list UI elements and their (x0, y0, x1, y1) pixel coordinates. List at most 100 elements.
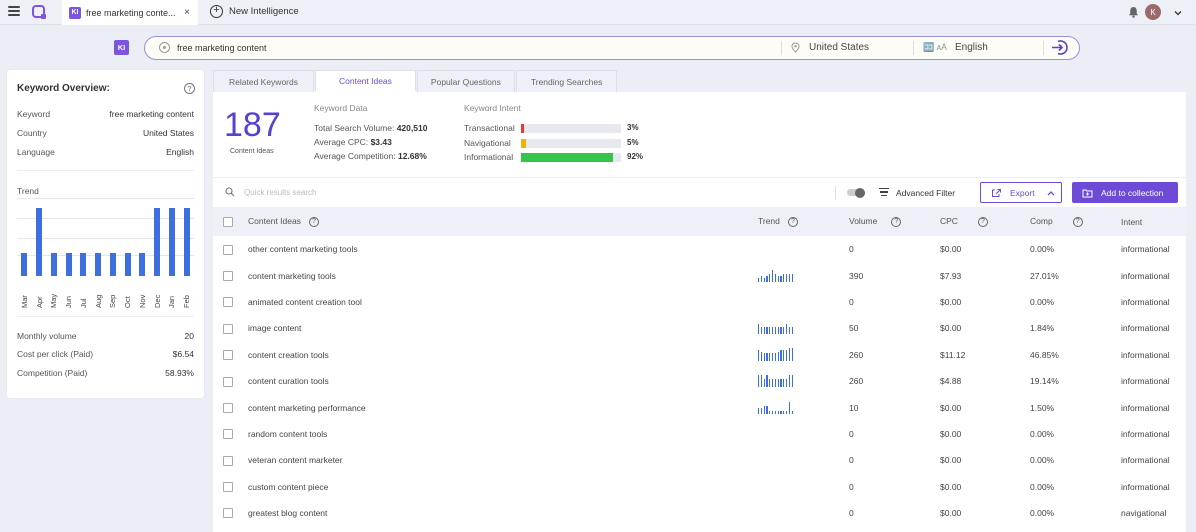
idea-cell[interactable]: content creation tools (238, 342, 758, 368)
content-ideas-count-label: Content Ideas (230, 148, 274, 155)
idea-cell[interactable]: animated content creation tool (238, 289, 758, 315)
gridline (17, 218, 194, 219)
col-volume[interactable]: Volume? (849, 207, 940, 236)
spark-bar (766, 405, 768, 414)
gridline (17, 238, 194, 239)
col-cpc[interactable]: CPC? (940, 207, 1030, 236)
intent-cell: informational (1121, 455, 1170, 466)
intent-bar-track (521, 124, 621, 133)
idea-cell[interactable]: content curation tools (238, 368, 758, 394)
spark-bar (760, 351, 763, 361)
comp-cell: 1.84% (1030, 323, 1055, 334)
row-checkbox[interactable] (223, 244, 233, 255)
quick-search-input[interactable]: Quick results search (244, 188, 316, 197)
col-comp[interactable]: Comp? (1030, 207, 1121, 236)
keyword-intent-title: Keyword Intent (464, 103, 521, 113)
advanced-filter-button[interactable]: Advanced Filter (896, 188, 955, 198)
table-row[interactable]: custom content piece 0 $0.00 0.00% informati… (213, 474, 1186, 500)
translate-icon: 🈁 🗚 (923, 42, 947, 52)
search-input[interactable]: free marketing content (177, 43, 267, 53)
trend-month-label: Apr (34, 296, 44, 308)
table-row[interactable]: image content 50 $0.00 1.84% informational (213, 315, 1186, 341)
spark-bar (763, 405, 765, 414)
row-checkbox[interactable] (223, 455, 233, 466)
tab-content-ideas[interactable]: Content Ideas (314, 70, 416, 92)
export-label: Export (1010, 187, 1035, 198)
trend-cell (758, 236, 849, 262)
bell-icon[interactable] (1128, 6, 1139, 18)
close-tab-icon[interactable]: × (184, 7, 190, 18)
col-trend[interactable]: Trend? (758, 207, 849, 236)
main-panel: Related Keywords Content Ideas Popular Q… (213, 70, 1186, 532)
row-checkbox[interactable] (223, 482, 233, 493)
table-row[interactable]: content marketing tools 390 $7.93 27.01% inf… (213, 262, 1186, 288)
table-row[interactable]: veteran content marketer 0 $0.00 0.00% infor… (213, 447, 1186, 473)
tab-related-keywords[interactable]: Related Keywords (213, 70, 314, 92)
content-ideas-table: Content Ideas? Trend? Volume? CPC? Comp?… (213, 207, 1186, 526)
comp-cell: 0.00% (1030, 244, 1055, 255)
divider (913, 41, 914, 55)
spark-bar (769, 326, 771, 335)
col-content-ideas[interactable]: Content Ideas? (238, 207, 758, 236)
spark-bar (777, 410, 779, 414)
row-checkbox[interactable] (223, 350, 233, 361)
tab-popular-questions[interactable]: Popular Questions (416, 70, 515, 92)
spark-bar (791, 375, 793, 388)
row-checkbox[interactable] (223, 508, 233, 519)
idea-cell[interactable]: content marketing performance (238, 394, 758, 420)
divider (17, 170, 194, 171)
intent-cell: informational (1121, 481, 1170, 492)
idea-cell[interactable]: greatest blog content (238, 500, 758, 526)
new-intelligence-button[interactable]: + New Intelligence (210, 5, 299, 18)
row-checkbox[interactable] (223, 323, 233, 334)
select-all-checkbox[interactable] (223, 216, 233, 227)
help-icon[interactable]: ? (787, 216, 798, 227)
folder-plus-icon (1082, 189, 1093, 197)
total-volume-label: Total Search Volume: (314, 123, 395, 133)
table-row[interactable]: animated content creation tool 0 $0.00 0.00… (213, 289, 1186, 315)
trend-cell (758, 447, 849, 473)
cpc-cell: $7.93 (940, 270, 962, 281)
table-row[interactable]: content creation tools 260 $11.12 46.85% inf… (213, 342, 1186, 368)
menu-icon[interactable] (8, 6, 20, 16)
spark-bar (783, 379, 785, 388)
chevron-down-icon[interactable] (1174, 9, 1182, 17)
browser-tab-active[interactable]: KI free marketing conte... × (62, 0, 198, 25)
row-checkbox[interactable] (223, 376, 233, 387)
export-button[interactable]: Export (980, 182, 1062, 203)
col-intent[interactable]: Intent (1121, 207, 1186, 236)
submit-arrow-icon[interactable] (1049, 39, 1071, 56)
row-checkbox[interactable] (223, 402, 233, 413)
language-select[interactable]: English (955, 42, 988, 53)
idea-cell[interactable]: image content (238, 315, 758, 341)
help-icon[interactable]: ? (977, 216, 988, 227)
user-avatar[interactable]: K (1145, 4, 1161, 20)
help-icon[interactable]: ? (308, 216, 319, 227)
help-icon[interactable]: ? (891, 216, 902, 227)
keyword-label: Keyword (17, 109, 51, 119)
avg-comp-value: 12.68% (397, 151, 427, 161)
table-row[interactable]: greatest blog content 0 $0.00 0.00% navigati… (213, 500, 1186, 526)
idea-cell[interactable]: custom content piece (238, 474, 758, 500)
idea-cell[interactable]: content marketing tools (238, 262, 758, 288)
tab-trending-searches[interactable]: Trending Searches (515, 70, 618, 92)
help-icon[interactable]: ? (184, 83, 195, 94)
table-row[interactable]: content marketing performance 10 $0.00 1.50… (213, 394, 1186, 420)
help-icon[interactable]: ? (1072, 216, 1083, 227)
row-checkbox[interactable] (223, 297, 233, 308)
country-select[interactable]: United States (809, 42, 869, 53)
table-row[interactable]: other content marketing tools 0 $0.00 0.00%… (213, 236, 1186, 262)
table-row[interactable]: content curation tools 260 $4.88 19.14% info… (213, 368, 1186, 394)
spark-bar (766, 326, 768, 335)
toggle-switch[interactable] (847, 187, 865, 198)
row-checkbox[interactable] (223, 429, 233, 440)
idea-cell[interactable]: other content marketing tools (238, 236, 758, 262)
table-row[interactable]: random content tools 0 $0.00 0.00% informati… (213, 421, 1186, 447)
app-logo[interactable] (32, 5, 46, 19)
row-checkbox[interactable] (223, 270, 233, 281)
add-to-collection-button[interactable]: Add to collection (1072, 182, 1178, 203)
idea-cell[interactable]: veteran content marketer (238, 447, 758, 473)
idea-cell[interactable]: random content tools (238, 421, 758, 447)
avg-cpc-label: Average CPC: (314, 137, 369, 147)
trend-sparkline (758, 373, 794, 388)
